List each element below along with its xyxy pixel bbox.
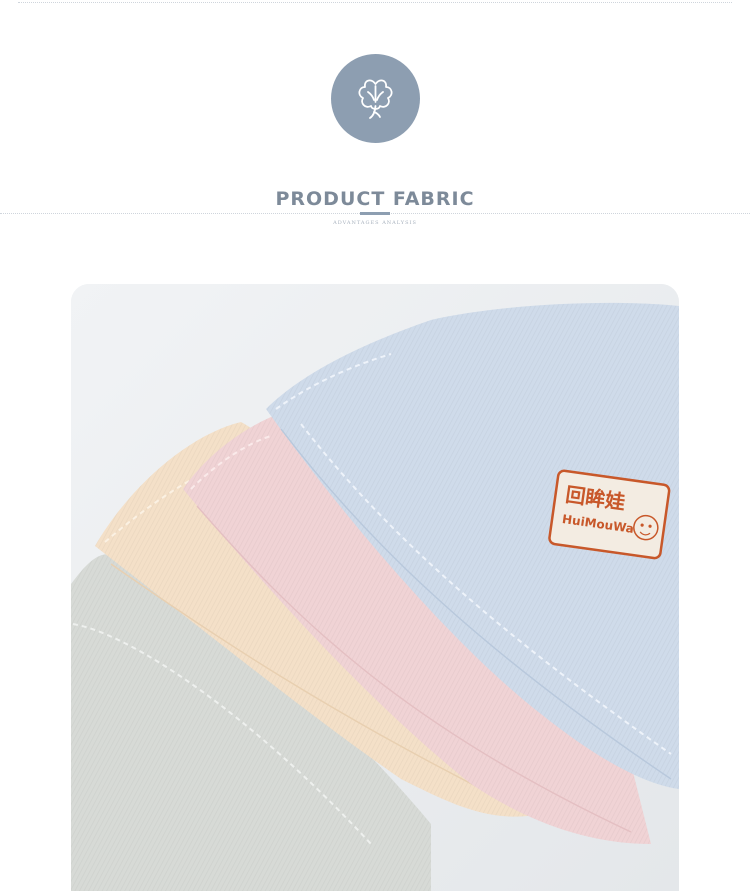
section-subtitle: ADVANTAGES ANALYSIS [333,220,417,226]
brand-label-patch: 回眸娃 HuiMouWa [548,469,671,560]
fabric-icon-badge [331,54,420,143]
section-title: PRODUCT FABRIC [275,188,475,210]
product-photo: 回眸娃 HuiMouWa [71,284,679,891]
title-underline [360,212,390,215]
top-dotted-divider [18,2,732,3]
